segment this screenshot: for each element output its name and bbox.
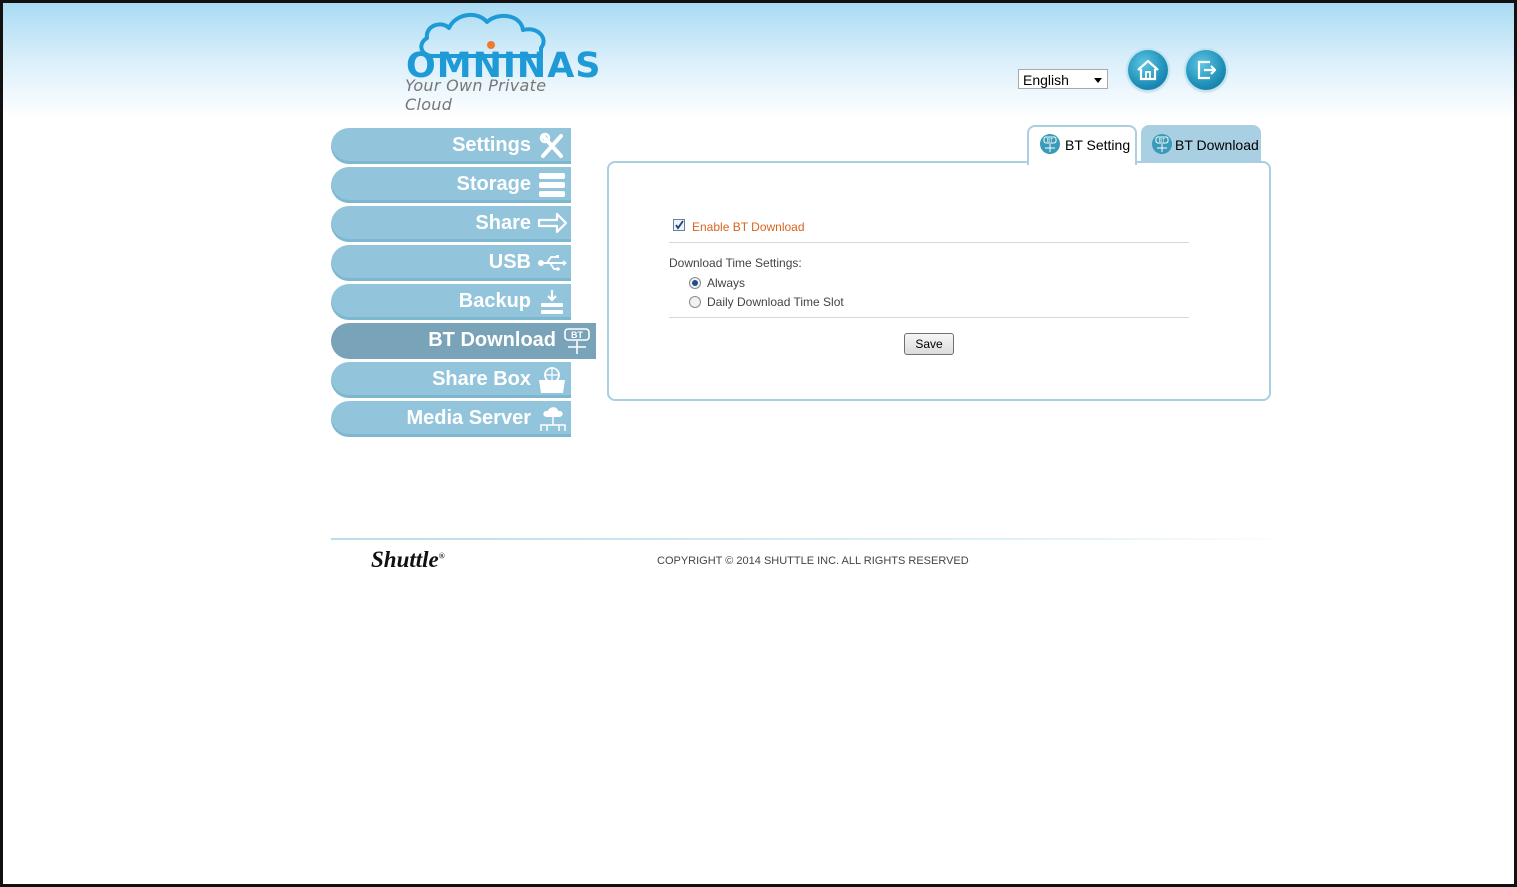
logout-icon xyxy=(1197,60,1217,80)
logout-button[interactable] xyxy=(1186,50,1226,90)
sidebar-item-label: Settings xyxy=(452,134,531,156)
share-box-icon xyxy=(539,367,565,393)
home-icon xyxy=(1137,59,1159,81)
checkmark-icon xyxy=(675,220,684,230)
tab-label: BT Download xyxy=(1175,137,1259,153)
daily-slot-label[interactable]: Daily Download Time Slot xyxy=(707,295,844,309)
svg-text:BT: BT xyxy=(1047,138,1053,144)
sidebar-item-media-server[interactable]: Media Server xyxy=(331,401,571,437)
backup-icon xyxy=(541,290,563,314)
sidebar-item-share-box[interactable]: Share Box xyxy=(331,362,571,398)
sidebar-item-label: Storage xyxy=(456,173,531,195)
sidebar-item-settings[interactable]: Settings xyxy=(331,128,571,164)
bt-setting-panel: Enable BT Download Download Time Setting… xyxy=(607,161,1271,401)
chevron-down-icon xyxy=(1094,78,1102,83)
share-icon xyxy=(537,212,567,234)
home-button[interactable] xyxy=(1128,50,1168,90)
shuttle-brand: Shuttle xyxy=(371,547,439,572)
enable-bt-label[interactable]: Enable BT Download xyxy=(692,220,805,234)
sidebar-item-label: BT Download xyxy=(428,329,556,351)
usb-icon xyxy=(538,255,567,271)
sidebar-item-label: Share xyxy=(475,212,531,234)
shuttle-logo: Shuttle® xyxy=(371,547,445,572)
footer-divider xyxy=(331,538,1291,540)
sidebar-item-backup[interactable]: Backup xyxy=(331,284,571,320)
tools-icon xyxy=(539,132,563,158)
enable-bt-checkbox[interactable] xyxy=(673,219,685,231)
sidebar-item-usb[interactable]: USB xyxy=(331,245,571,281)
bt-icon: BT xyxy=(1040,134,1060,154)
save-button[interactable]: Save xyxy=(904,333,954,355)
svg-text:BT: BT xyxy=(571,330,583,340)
language-select[interactable]: English xyxy=(1018,69,1108,89)
time-settings-label: Download Time Settings: xyxy=(669,256,802,270)
language-value: English xyxy=(1023,72,1069,88)
bt-icon: BT xyxy=(1152,134,1172,154)
sidebar-item-label: USB xyxy=(488,251,531,273)
bt-download-icon: BT xyxy=(564,328,590,354)
tab-label: BT Setting xyxy=(1065,137,1131,153)
daily-slot-radio[interactable] xyxy=(689,296,701,308)
omninas-logo: OMNINAS Your Own Private Cloud xyxy=(403,8,600,114)
sidebar-item-storage[interactable]: Storage xyxy=(331,167,571,203)
sidebar-item-label: Media Server xyxy=(406,407,531,429)
always-label[interactable]: Always xyxy=(707,276,745,290)
media-server-icon xyxy=(540,407,566,431)
divider xyxy=(669,242,1189,243)
logo-tagline: Your Own Private Cloud xyxy=(405,76,547,114)
sidebar-item-share[interactable]: Share xyxy=(331,206,571,242)
tab-bt-download[interactable]: BT BT Download xyxy=(1141,125,1261,163)
tab-bt-setting[interactable]: BT BT Setting xyxy=(1027,125,1137,165)
divider xyxy=(669,317,1189,318)
always-radio[interactable] xyxy=(689,277,701,289)
storage-icon xyxy=(539,173,565,197)
sidebar-item-label: Backup xyxy=(458,290,531,312)
app-window: OMNINAS Your Own Private Cloud English S… xyxy=(0,0,1517,887)
copyright-text: COPYRIGHT © 2014 SHUTTLE INC. ALL RIGHTS… xyxy=(657,555,969,567)
svg-text:BT: BT xyxy=(1159,138,1165,144)
sidebar-item-bt-download[interactable]: BT Download BT xyxy=(331,323,596,359)
sidebar-item-label: Share Box xyxy=(432,368,531,390)
